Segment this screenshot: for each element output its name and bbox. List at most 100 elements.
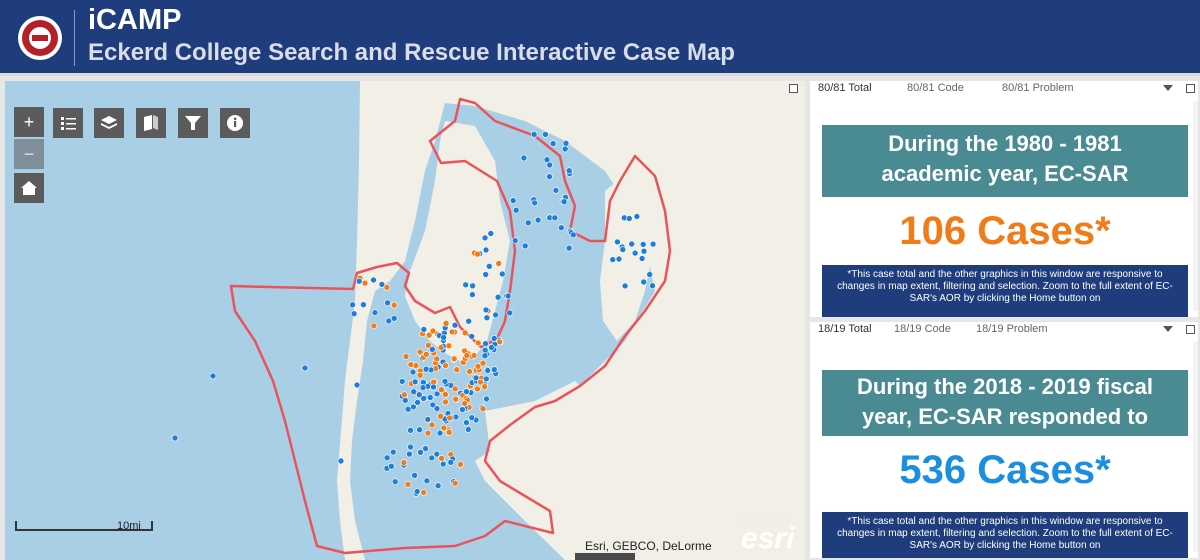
- case-marker[interactable]: [490, 335, 498, 342]
- case-marker[interactable]: [429, 327, 437, 335]
- case-marker[interactable]: [481, 346, 489, 354]
- case-marker[interactable]: [495, 260, 503, 267]
- case-marker[interactable]: [420, 326, 428, 333]
- case-marker[interactable]: [383, 454, 391, 462]
- case-marker[interactable]: [638, 255, 646, 262]
- case-marker[interactable]: [543, 156, 551, 163]
- case-marker[interactable]: [437, 412, 444, 420]
- case-marker[interactable]: [466, 368, 473, 375]
- case-marker[interactable]: [487, 230, 495, 237]
- case-marker[interactable]: [433, 405, 441, 412]
- case-marker[interactable]: [370, 322, 378, 330]
- case-marker[interactable]: [433, 355, 441, 363]
- case-marker[interactable]: [468, 333, 476, 340]
- case-marker[interactable]: [614, 238, 621, 246]
- case-marker[interactable]: [416, 371, 424, 379]
- case-marker[interactable]: [414, 399, 421, 406]
- tabs-dropdown-icon[interactable]: [1163, 85, 1173, 91]
- case-marker[interactable]: [649, 240, 657, 248]
- case-marker[interactable]: [609, 256, 617, 263]
- case-marker[interactable]: [453, 366, 461, 373]
- case-marker[interactable]: [482, 375, 490, 383]
- zoom-in-button[interactable]: +: [14, 107, 44, 137]
- case-marker[interactable]: [428, 454, 436, 462]
- case-marker[interactable]: [469, 291, 476, 298]
- case-marker[interactable]: [474, 385, 481, 393]
- case-marker[interactable]: [561, 145, 569, 153]
- case-marker[interactable]: [534, 216, 542, 224]
- case-marker[interactable]: [482, 271, 490, 278]
- case-marker[interactable]: [469, 282, 476, 290]
- case-marker[interactable]: [474, 339, 482, 347]
- case-marker[interactable]: [417, 448, 424, 456]
- tab-code[interactable]: 80/81 Code: [907, 82, 964, 94]
- tabs-dropdown-icon[interactable]: [1163, 326, 1173, 332]
- case-marker[interactable]: [451, 321, 459, 329]
- case-marker[interactable]: [385, 317, 393, 325]
- case-marker[interactable]: [436, 429, 444, 437]
- legend-button[interactable]: [53, 108, 83, 138]
- case-marker[interactable]: [474, 363, 482, 370]
- case-marker[interactable]: [463, 388, 470, 395]
- panel-scrollbar[interactable]: [1193, 342, 1198, 552]
- case-marker[interactable]: [400, 459, 408, 466]
- case-marker[interactable]: [447, 458, 455, 466]
- case-marker[interactable]: [433, 450, 441, 458]
- case-marker[interactable]: [424, 429, 432, 437]
- case-marker[interactable]: [481, 352, 489, 360]
- case-marker[interactable]: [639, 241, 647, 248]
- case-marker[interactable]: [387, 462, 395, 470]
- case-marker[interactable]: [482, 340, 489, 347]
- case-marker[interactable]: [646, 271, 654, 278]
- case-marker[interactable]: [520, 154, 528, 162]
- case-marker[interactable]: [498, 270, 506, 278]
- case-marker[interactable]: [492, 311, 499, 319]
- case-marker[interactable]: [452, 395, 460, 403]
- tab-problem[interactable]: 80/81 Problem: [1002, 82, 1074, 94]
- case-marker[interactable]: [631, 249, 639, 257]
- case-marker[interactable]: [390, 315, 398, 322]
- case-marker[interactable]: [407, 426, 414, 434]
- filter-button[interactable]: [178, 108, 208, 138]
- case-marker[interactable]: [440, 334, 447, 341]
- case-marker[interactable]: [445, 428, 453, 436]
- layers-button[interactable]: [94, 108, 124, 138]
- case-marker[interactable]: [494, 293, 502, 301]
- case-marker[interactable]: [390, 301, 398, 309]
- case-marker[interactable]: [450, 355, 458, 363]
- case-marker[interactable]: [565, 167, 573, 174]
- case-marker[interactable]: [459, 406, 466, 413]
- case-marker[interactable]: [420, 489, 428, 496]
- case-marker[interactable]: [426, 394, 434, 401]
- map-resize-handle[interactable]: [575, 553, 635, 560]
- case-marker[interactable]: [633, 213, 641, 220]
- case-marker[interactable]: [171, 434, 179, 442]
- case-marker[interactable]: [511, 237, 519, 244]
- case-marker[interactable]: [438, 386, 445, 394]
- case-marker[interactable]: [439, 460, 447, 468]
- case-marker[interactable]: [542, 131, 549, 138]
- map-canvas[interactable]: [5, 81, 805, 560]
- case-marker[interactable]: [419, 384, 427, 391]
- case-marker[interactable]: [621, 282, 629, 290]
- case-marker[interactable]: [619, 246, 627, 253]
- case-marker[interactable]: [441, 377, 449, 385]
- case-marker[interactable]: [481, 234, 489, 242]
- case-marker[interactable]: [434, 482, 442, 490]
- case-marker[interactable]: [546, 173, 553, 180]
- case-marker[interactable]: [355, 277, 363, 285]
- case-marker[interactable]: [430, 383, 437, 391]
- case-marker[interactable]: [551, 214, 559, 222]
- case-marker[interactable]: [416, 348, 424, 356]
- case-marker[interactable]: [371, 309, 379, 316]
- case-marker[interactable]: [446, 414, 454, 422]
- case-marker[interactable]: [615, 255, 623, 263]
- case-marker[interactable]: [337, 457, 345, 465]
- case-marker[interactable]: [438, 454, 445, 462]
- case-marker[interactable]: [423, 477, 431, 485]
- zoom-out-button[interactable]: −: [14, 139, 44, 169]
- case-marker[interactable]: [416, 426, 423, 434]
- case-marker[interactable]: [428, 421, 436, 429]
- case-marker[interactable]: [485, 263, 493, 270]
- case-marker[interactable]: [448, 328, 456, 336]
